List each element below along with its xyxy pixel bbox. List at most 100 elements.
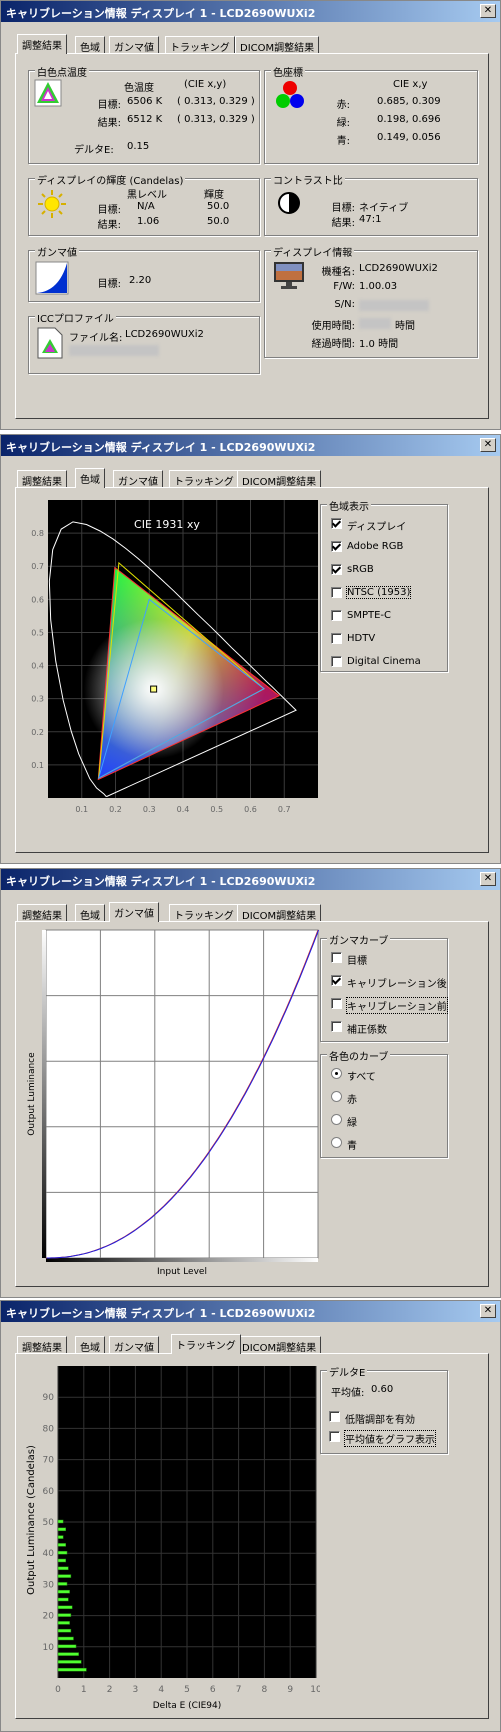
- tracking-x-tick-label: 3: [133, 1685, 139, 1695]
- ntsc-label[interactable]: NTSC (1953): [345, 586, 412, 599]
- tab-summary[interactable]: 調整結果: [17, 34, 67, 54]
- gamma-plot-background: [45, 929, 319, 1259]
- after-calibration-label[interactable]: キャリブレーション後: [347, 975, 447, 990]
- col-black-level: 黒レベル: [127, 190, 167, 201]
- tab-dicom[interactable]: DICOM調整結果: [237, 470, 322, 488]
- icc-file-value: LCD2690WUXi2: [125, 329, 204, 340]
- after-calibration-checkbox[interactable]: [331, 975, 342, 986]
- green-label[interactable]: 緑: [347, 1114, 357, 1129]
- gamma-panel: Input Level Output Luminance ガンマカーブ 目標 キ…: [15, 921, 489, 1287]
- sn-redacted: [359, 300, 429, 311]
- cie-y-tick-label: 0.2: [31, 728, 44, 737]
- cie-chart: 0.1 0.2 0.3 0.4 0.5 0.6 0.7 0.1 0.2 0.3 0.4 0.5 0.6 0…: [31, 500, 318, 814]
- tab-tracking[interactable]: トラッキング: [171, 1334, 241, 1354]
- before-calibration-label[interactable]: キャリブレーション前: [346, 997, 448, 1014]
- tab-tracking[interactable]: トラッキング: [169, 904, 239, 922]
- green-radio[interactable]: [331, 1114, 342, 1125]
- tab-gamut[interactable]: 色域: [75, 1336, 105, 1354]
- all-colors-radio[interactable]: [331, 1068, 342, 1079]
- delta-e-bar: [57, 1527, 66, 1532]
- tab-dicom[interactable]: DICOM調整結果: [235, 36, 320, 54]
- adobe-rgb-checkbox[interactable]: [331, 541, 342, 552]
- adobe-rgb-label[interactable]: Adobe RGB: [347, 541, 403, 552]
- smpte-c-label[interactable]: SMPTE-C: [347, 610, 391, 621]
- delta-e-bar: [57, 1582, 68, 1586]
- contrast-result-label: 結果:: [331, 218, 355, 229]
- tab-tracking[interactable]: トラッキング: [169, 470, 239, 488]
- tracking-y-tick-label: 30: [43, 1580, 55, 1590]
- tracking-y-tick-label: 50: [43, 1518, 55, 1528]
- tab-gamma[interactable]: ガンマ値: [109, 36, 159, 54]
- cie-chart-title: CIE 1931 xy: [134, 518, 200, 531]
- col-luminance: 輝度: [204, 190, 224, 201]
- red-label[interactable]: 赤: [347, 1091, 357, 1106]
- calibration-window-gamma: キャリブレーション情報 ディスプレイ 1 - LCD2690WUXi2 ✕ 調整…: [0, 868, 501, 1298]
- correction-factor-label[interactable]: 補正係数: [347, 1021, 387, 1036]
- tab-summary[interactable]: 調整結果: [17, 470, 67, 488]
- col-cie: (CIE x,y): [184, 79, 227, 90]
- usage-redacted: [359, 318, 391, 329]
- blue-label[interactable]: 青: [347, 1137, 357, 1152]
- gamma-title: ガンマ値: [35, 244, 79, 259]
- tab-gamut[interactable]: 色域: [75, 468, 105, 488]
- low-gradation-checkbox[interactable]: [329, 1411, 340, 1422]
- tab-gamut[interactable]: 色域: [75, 904, 105, 922]
- low-gradation-label[interactable]: 低階調部を有効: [345, 1411, 415, 1426]
- window-title: キャリブレーション情報 ディスプレイ 1 - LCD2690WUXi2: [1, 869, 500, 890]
- hdtv-checkbox[interactable]: [331, 633, 342, 644]
- delta-e-bar: [57, 1667, 87, 1672]
- before-calibration-checkbox[interactable]: [331, 998, 342, 1009]
- gamma-curve-icon: [35, 261, 69, 295]
- srgb-label[interactable]: sRGB: [347, 564, 374, 575]
- elapsed-value: 1.0 時間: [359, 339, 399, 350]
- elapsed-label: 経過時間:: [311, 339, 355, 350]
- target-curve-label[interactable]: 目標: [347, 952, 367, 967]
- close-button[interactable]: ✕: [480, 4, 496, 18]
- tab-gamma[interactable]: ガンマ値: [109, 902, 159, 922]
- icc-group: ICCプロファイル ファイル名: LCD2690WUXi2: [28, 310, 260, 374]
- close-button[interactable]: ✕: [480, 872, 496, 886]
- lum-result-label: 結果:: [97, 220, 121, 231]
- tab-tracking[interactable]: トラッキング: [165, 36, 235, 54]
- close-button[interactable]: ✕: [480, 1304, 496, 1318]
- white-point-title: 白色点温度: [35, 64, 89, 79]
- cie-x-tick-label: 0.1: [75, 805, 88, 814]
- tab-dicom[interactable]: DICOM調整結果: [237, 904, 322, 922]
- blue-radio[interactable]: [331, 1137, 342, 1148]
- close-button[interactable]: ✕: [480, 438, 496, 452]
- ntsc-checkbox[interactable]: [331, 587, 342, 598]
- digital-cinema-checkbox[interactable]: [331, 656, 342, 667]
- gamma-target-value: 2.20: [129, 275, 152, 286]
- tab-gamma[interactable]: ガンマ値: [109, 1336, 159, 1354]
- delta-e-bar: [57, 1605, 73, 1610]
- average-value: 0.60: [371, 1384, 394, 1395]
- red-value: 0.685, 0.309: [377, 96, 441, 107]
- correction-factor-checkbox[interactable]: [331, 1021, 342, 1032]
- all-colors-label[interactable]: すべて: [347, 1068, 376, 1083]
- delta-e-title: デルタE: [327, 1364, 368, 1379]
- color-curve-group: 各色のカーブ すべて 赤 緑 青: [320, 1048, 448, 1158]
- col-cie-xy: CIE x,y: [393, 79, 428, 90]
- red-radio[interactable]: [331, 1091, 342, 1102]
- cie-x-tick-label: 0.3: [143, 805, 156, 814]
- display-gamut-checkbox[interactable]: [331, 518, 342, 529]
- tab-summary[interactable]: 調整結果: [17, 1336, 67, 1354]
- cie-x-tick-label: 0.7: [278, 805, 291, 814]
- digital-cinema-label[interactable]: Digital Cinema: [347, 656, 421, 667]
- srgb-checkbox[interactable]: [331, 564, 342, 575]
- hdtv-label[interactable]: HDTV: [347, 633, 375, 644]
- cie-y-tick-label: 0.6: [31, 595, 44, 604]
- target-curve-checkbox[interactable]: [331, 952, 342, 963]
- white-point-marker: [150, 685, 158, 693]
- tab-dicom[interactable]: DICOM調整結果: [237, 1336, 322, 1354]
- display-gamut-label[interactable]: ディスプレイ: [347, 518, 406, 533]
- tab-gamma[interactable]: ガンマ値: [113, 470, 163, 488]
- tab-summary[interactable]: 調整結果: [17, 904, 67, 922]
- smpte-c-checkbox[interactable]: [331, 610, 342, 621]
- lum-target-label: 目標:: [97, 205, 121, 216]
- usage-label: 使用時間:: [311, 321, 355, 332]
- show-average-checkbox[interactable]: [329, 1431, 340, 1442]
- show-average-label[interactable]: 平均値をグラフ表示: [344, 1430, 436, 1447]
- tab-gamut[interactable]: 色域: [75, 36, 105, 54]
- delta-e-bar: [57, 1597, 69, 1602]
